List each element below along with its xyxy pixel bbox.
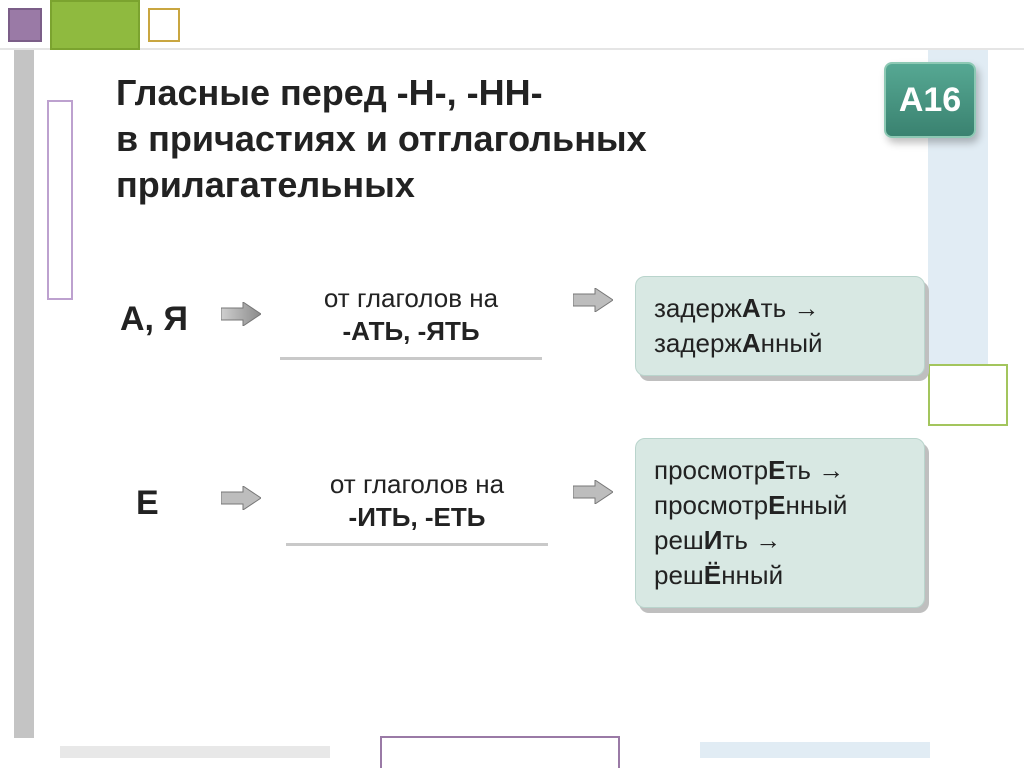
txt: нный (721, 560, 783, 590)
txt: нный (785, 490, 847, 520)
arrow-icon (570, 286, 616, 314)
deco-bottom-2 (380, 736, 620, 768)
deco-square-gold (148, 8, 180, 42)
example-box-e: просмотрЕть → просмотрЕнный решИть → реш… (635, 438, 925, 608)
txt: ть → (785, 455, 844, 485)
title-line-3: прилагательных (116, 162, 774, 208)
txt: реш (654, 525, 704, 555)
deco-bottom-3 (700, 742, 930, 758)
deco-right-small (928, 364, 1008, 426)
em: А (742, 328, 761, 358)
arrow-icon (218, 484, 264, 512)
em: Е (768, 455, 785, 485)
deco-square-purple (8, 8, 42, 42)
txt: просмотр (654, 490, 768, 520)
example-e-line1: просмотрЕть → (654, 453, 906, 488)
rule-e-suffixes: -ИТЬ, -ЕТЬ (298, 501, 536, 534)
txt: задерж (654, 293, 742, 323)
em: Ё (704, 560, 721, 590)
txt: реш (654, 560, 704, 590)
example-e-line3: решИть → (654, 523, 906, 558)
rule-box-e: от глаголов на -ИТЬ, -ЕТЬ (286, 462, 548, 543)
em: И (704, 525, 723, 555)
slide-title: Гласные перед -Н-, -НН- в причастиях и о… (100, 60, 790, 222)
title-line-1: Гласные перед -Н-, -НН- (116, 70, 774, 116)
example-e-line2: просмотрЕнный (654, 488, 906, 523)
em: А (742, 293, 761, 323)
rule-box-ay: от глаголов на -АТЬ, -ЯТЬ (280, 276, 542, 357)
example-e-line4: решЁнный (654, 558, 906, 593)
deco-left-purple-outline (47, 100, 73, 300)
rule-ay-line1: от глаголов на (292, 282, 530, 315)
txt: просмотр (654, 455, 768, 485)
example-box-ay: задержАть → задержАнный (635, 276, 925, 376)
txt: ть → (761, 293, 820, 323)
txt: задерж (654, 328, 742, 358)
letters-e: Е (120, 476, 175, 531)
letters-ay: А, Я (104, 292, 204, 347)
deco-left-gray (14, 50, 34, 738)
title-line-2: в причастиях и отглагольных (116, 116, 774, 162)
txt: ть → (722, 525, 781, 555)
task-badge: А16 (884, 62, 976, 138)
example-ay-line2: задержАнный (654, 326, 906, 361)
rule-e-line1: от глаголов на (298, 468, 536, 501)
rule-ay-suffixes: -АТЬ, -ЯТЬ (292, 315, 530, 348)
deco-bottom-1 (60, 746, 330, 758)
arrow-icon (218, 300, 264, 328)
arrow-icon (570, 478, 616, 506)
txt: нный (761, 328, 823, 358)
deco-square-green (50, 0, 140, 50)
example-ay-line1: задержАть → (654, 291, 906, 326)
em: Е (768, 490, 785, 520)
